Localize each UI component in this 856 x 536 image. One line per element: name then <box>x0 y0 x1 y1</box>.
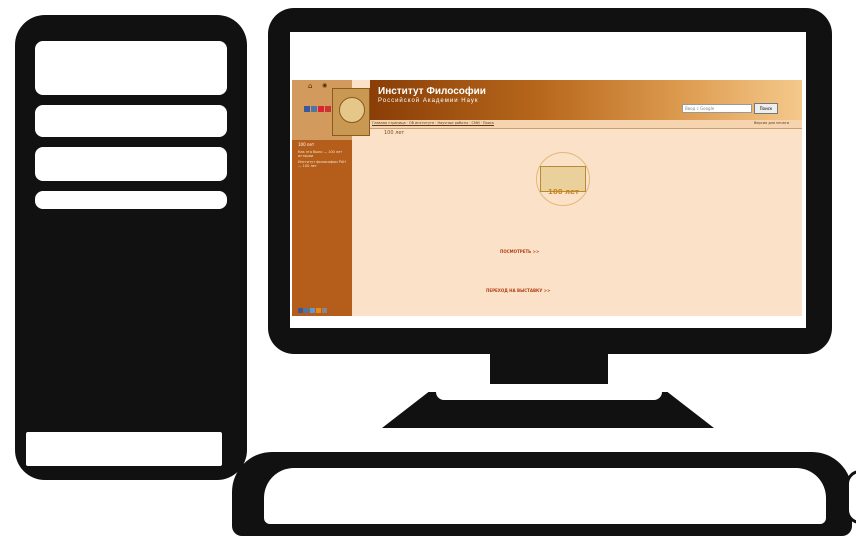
facebook-icon[interactable] <box>298 308 303 313</box>
emblem-owl-icon <box>339 97 365 123</box>
share-icon[interactable] <box>322 308 327 313</box>
nav-links[interactable]: Главная страница · Об институте · Научны… <box>372 121 494 125</box>
drive-bay-3 <box>35 147 227 181</box>
search-button[interactable]: Поиск <box>754 103 778 114</box>
gplus-icon[interactable] <box>325 106 331 112</box>
search-input[interactable]: Ввод с Google <box>682 104 752 113</box>
monitor-screen: ⌂ ◉ Институт Философии Российской Академ… <box>290 32 806 328</box>
vk-icon[interactable] <box>311 106 317 112</box>
drive-bay-2 <box>35 105 227 137</box>
seal-text: 100 лет <box>548 188 579 196</box>
drive-bay-1 <box>35 41 227 95</box>
social-icons <box>304 106 331 112</box>
print-version-link[interactable]: Версия для печати <box>754 121 789 125</box>
tower-base-slot <box>26 432 222 466</box>
twitter-icon[interactable] <box>310 308 315 313</box>
site-subtitle: Российской Академии Наук <box>378 98 479 104</box>
center-link-1[interactable]: ПОСМОТРЕТЬ >> <box>500 249 539 254</box>
vk-icon[interactable] <box>304 308 309 313</box>
mouse <box>846 470 856 524</box>
home-icon[interactable]: ⌂ <box>308 82 312 90</box>
keyboard-surface <box>264 468 826 524</box>
monitor: ⌂ ◉ Институт Философии Российской Академ… <box>268 8 832 354</box>
page-heading: 100 лет <box>384 130 405 136</box>
computer-tower <box>15 15 247 480</box>
rss-icon[interactable]: ◉ <box>322 82 327 89</box>
anniversary-seal: 100 лет <box>532 152 592 206</box>
facebook-icon[interactable] <box>304 106 310 112</box>
monitor-stand-highlight <box>436 384 662 400</box>
website: ⌂ ◉ Институт Философии Российской Академ… <box>292 80 802 316</box>
left-menu-title: 100 лет <box>298 142 315 147</box>
drive-bay-4 <box>35 191 227 209</box>
ok-icon[interactable] <box>316 308 321 313</box>
youtube-icon[interactable] <box>318 106 324 112</box>
institute-emblem[interactable] <box>332 88 370 136</box>
left-menu-item[interactable]: Институт философии РАН — 100 лет <box>298 160 348 168</box>
left-menu-item[interactable]: Как это было — 100 лет истории <box>298 150 348 158</box>
site-title[interactable]: Институт Философии <box>378 86 486 97</box>
bottom-social-icons <box>298 308 327 313</box>
center-link-2[interactable]: ПЕРЕХОД НА ВЫСТАВКУ >> <box>486 288 550 293</box>
